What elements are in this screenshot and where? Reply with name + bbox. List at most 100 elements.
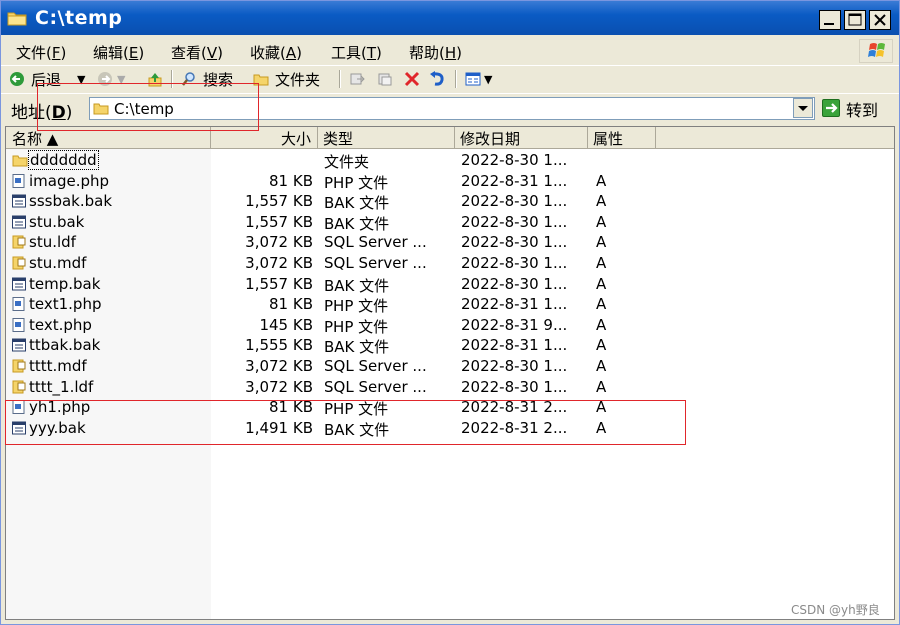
file-row[interactable]: ttbak.bak 1,555 KB BAK 文件 2022-8-31 1... A bbox=[6, 335, 894, 357]
sql-file-icon bbox=[12, 256, 26, 270]
file-row[interactable]: sssbak.bak 1,557 KB BAK 文件 2022-8-30 1... A bbox=[6, 191, 894, 213]
explorer-window: C:\temp 文件(F) 编辑(E) 查看(V) 收藏(A) 工具(T) 帮助… bbox=[0, 0, 900, 625]
file-size: 81 KB bbox=[269, 295, 313, 314]
menu-tools[interactable]: 工具(T) bbox=[331, 42, 382, 63]
file-modified: 2022-8-30 1... bbox=[461, 377, 568, 396]
file-attributes: A bbox=[596, 254, 607, 272]
toolbar-separator bbox=[339, 70, 341, 88]
php-file-icon bbox=[12, 297, 26, 312]
file-row[interactable]: tttt.mdf 3,072 KB SQL Server ... 2022-8-30 … bbox=[6, 356, 894, 376]
file-name: stu.mdf bbox=[29, 254, 87, 272]
file-modified: 2022-8-30 1... bbox=[461, 233, 568, 252]
file-name: tttt_1.ldf bbox=[29, 377, 94, 396]
menu-bar: 文件(F) 编辑(E) 查看(V) 收藏(A) 工具(T) 帮助(H) bbox=[1, 39, 899, 63]
file-list[interactable]: 名称 ▲ 大小 类型 修改日期 属性 ddddddd 文件夹 2022-8-30 1… bbox=[5, 126, 895, 620]
file-row[interactable]: stu.mdf 3,072 KB SQL Server ... 2022-8-30 1… bbox=[6, 253, 894, 273]
file-size: 3,072 KB bbox=[245, 357, 313, 375]
file-type: SQL Server ... bbox=[324, 254, 427, 272]
sql-file-icon bbox=[12, 380, 26, 394]
file-row[interactable]: temp.bak 1,557 KB BAK 文件 2022-8-30 1... A bbox=[6, 274, 894, 295]
go-arrow-icon bbox=[822, 99, 840, 117]
address-dropdown-button[interactable] bbox=[793, 98, 813, 118]
file-modified: 2022-8-31 1... bbox=[461, 295, 568, 314]
php-file-icon bbox=[12, 173, 26, 188]
bak-file-icon bbox=[12, 338, 26, 352]
folder-icon bbox=[7, 12, 27, 26]
file-row[interactable]: text1.php 81 KB PHP 文件 2022-8-31 1... A bbox=[6, 294, 894, 315]
file-size: 3,072 KB bbox=[245, 377, 313, 396]
menu-file[interactable]: 文件(F) bbox=[16, 42, 66, 63]
folders-button[interactable]: 文件夹 bbox=[275, 69, 320, 90]
copy-to-icon[interactable] bbox=[377, 71, 393, 87]
file-type: SQL Server ... bbox=[324, 233, 427, 252]
file-name: image.php bbox=[29, 171, 110, 190]
file-size: 1,555 KB bbox=[245, 336, 313, 355]
chevron-down-icon bbox=[798, 106, 808, 111]
file-row[interactable]: image.php 81 KB PHP 文件 2022-8-31 1... A bbox=[6, 171, 894, 192]
toolbar-separator bbox=[455, 70, 457, 88]
file-name: stu.bak bbox=[29, 212, 85, 231]
file-name: stu.ldf bbox=[29, 233, 76, 252]
windows-logo-icon bbox=[859, 39, 893, 63]
file-name: text.php bbox=[29, 315, 92, 334]
file-type: BAK 文件 bbox=[324, 338, 390, 357]
file-size: 1,557 KB bbox=[245, 192, 313, 211]
delete-icon[interactable] bbox=[404, 71, 420, 87]
bak-file-icon bbox=[12, 194, 26, 208]
file-modified: 2022-8-31 9... bbox=[461, 315, 568, 334]
title-bar[interactable]: C:\temp bbox=[1, 1, 899, 35]
file-name: ttbak.bak bbox=[29, 336, 101, 355]
views-icon[interactable] bbox=[465, 71, 481, 87]
file-size: 145 KB bbox=[259, 315, 313, 334]
bak-file-icon bbox=[12, 277, 26, 291]
file-size: 1,557 KB bbox=[245, 274, 313, 293]
file-attributes: A bbox=[596, 377, 607, 396]
column-header-modified[interactable]: 修改日期 bbox=[455, 127, 588, 149]
file-type: 文件夹 bbox=[324, 153, 370, 171]
menu-edit[interactable]: 编辑(E) bbox=[93, 42, 144, 63]
file-modified: 2022-8-31 1... bbox=[461, 336, 568, 355]
column-header-empty bbox=[656, 127, 894, 149]
undo-icon[interactable] bbox=[429, 71, 445, 87]
column-header-attributes[interactable]: 属性 bbox=[588, 127, 656, 149]
views-dropdown-icon[interactable]: ▼ bbox=[484, 73, 492, 86]
file-type: PHP 文件 bbox=[324, 173, 389, 192]
sql-file-icon bbox=[12, 359, 26, 373]
file-type: BAK 文件 bbox=[324, 214, 390, 233]
file-modified: 2022-8-30 1... bbox=[461, 274, 568, 293]
file-row[interactable]: tttt_1.ldf 3,072 KB SQL Server ... 2022-8-3… bbox=[6, 377, 894, 397]
back-arrow-icon[interactable] bbox=[9, 71, 25, 87]
move-to-icon[interactable] bbox=[349, 71, 365, 87]
bak-file-icon bbox=[12, 215, 26, 229]
file-type: BAK 文件 bbox=[324, 194, 390, 213]
column-header-type[interactable]: 类型 bbox=[318, 127, 455, 149]
file-type: SQL Server ... bbox=[324, 357, 427, 375]
file-modified: 2022-8-30 1... bbox=[461, 254, 568, 272]
file-size: 81 KB bbox=[269, 171, 313, 190]
file-attributes: A bbox=[596, 315, 607, 334]
menu-view[interactable]: 查看(V) bbox=[171, 42, 223, 63]
maximize-icon bbox=[848, 13, 862, 26]
annotation-box-address bbox=[37, 83, 259, 131]
file-attributes: A bbox=[596, 274, 607, 293]
close-icon bbox=[874, 14, 886, 26]
file-type: BAK 文件 bbox=[324, 276, 390, 295]
file-row[interactable]: stu.ldf 3,072 KB SQL Server ... 2022-8-30 1… bbox=[6, 232, 894, 252]
file-row[interactable]: stu.bak 1,557 KB BAK 文件 2022-8-30 1... A bbox=[6, 212, 894, 233]
menu-help[interactable]: 帮助(H) bbox=[409, 42, 462, 63]
minimize-icon bbox=[824, 23, 834, 25]
sql-file-icon bbox=[12, 235, 26, 249]
close-button[interactable] bbox=[869, 10, 891, 30]
file-row[interactable]: text.php 145 KB PHP 文件 2022-8-31 9... A bbox=[6, 315, 894, 336]
minimize-button[interactable] bbox=[819, 10, 841, 30]
file-row[interactable]: ddddddd 文件夹 2022-8-30 1... bbox=[6, 150, 894, 171]
file-name: temp.bak bbox=[29, 274, 101, 293]
menu-favorites[interactable]: 收藏(A) bbox=[250, 42, 302, 63]
go-button[interactable]: 转到 bbox=[822, 97, 892, 120]
file-name: tttt.mdf bbox=[29, 357, 87, 375]
file-attributes: A bbox=[596, 192, 607, 211]
file-attributes: A bbox=[596, 336, 607, 355]
maximize-button[interactable] bbox=[844, 10, 866, 30]
file-attributes: A bbox=[596, 233, 607, 252]
window-title: C:\temp bbox=[35, 7, 123, 29]
